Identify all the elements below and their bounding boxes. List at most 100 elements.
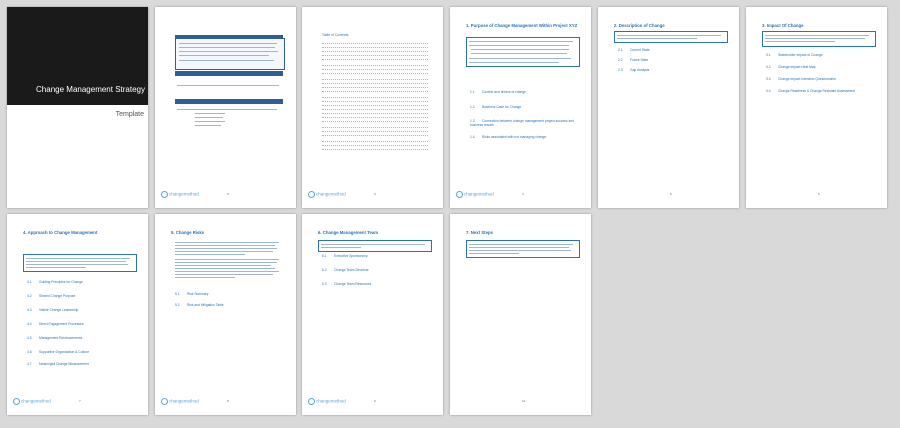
cover-page[interactable]: Change Management Strategy Template bbox=[7, 7, 148, 208]
text-line bbox=[179, 51, 278, 52]
text-line bbox=[469, 253, 519, 254]
brand-logo-icon bbox=[13, 398, 20, 405]
text-line bbox=[469, 247, 569, 248]
subsection-item[interactable]: 3.3 Change Impact Interview Questionnaire bbox=[766, 77, 876, 81]
text-line bbox=[175, 268, 275, 269]
text-line bbox=[175, 245, 275, 246]
text-line bbox=[469, 45, 569, 46]
toc-line bbox=[322, 118, 428, 122]
subsection-item[interactable]: 2.2 Future State bbox=[618, 58, 728, 62]
text-line bbox=[179, 47, 275, 48]
text-line bbox=[175, 265, 271, 266]
text-line bbox=[175, 248, 277, 249]
page-thumbnail-10[interactable]: 7. Next Steps 10 bbox=[450, 214, 591, 415]
subsection-item[interactable]: 3.4 Change Readiness & Change Resistant A… bbox=[766, 89, 876, 93]
subsection-item[interactable]: 1.1 Context and drivers of change bbox=[470, 90, 580, 94]
page-thumbnail-9[interactable]: 6. Change Management Team 6.1 Executive S… bbox=[302, 214, 443, 415]
text-line bbox=[617, 38, 697, 39]
subsection-item[interactable]: 4.2 Shared Change Purpose bbox=[27, 294, 137, 298]
table-header-bar bbox=[175, 71, 283, 76]
text-line bbox=[26, 261, 126, 262]
page-thumbnail-4[interactable]: 1. Purpose of Change Management Within P… bbox=[450, 7, 591, 208]
subsection-item[interactable]: 4.5 Management Reinforcements bbox=[27, 336, 137, 340]
page-number: 9 bbox=[374, 399, 376, 403]
page-number: 5 bbox=[670, 192, 672, 196]
page-thumbnail-7[interactable]: 4. Approach to Change Management 4.1 Guid… bbox=[7, 214, 148, 415]
page-number: 10 bbox=[522, 399, 526, 403]
table-row-line bbox=[177, 109, 277, 110]
footer-brand: changemethod bbox=[161, 398, 199, 405]
page-thumbnail-3[interactable]: Table of Contents changemethod 3 bbox=[302, 7, 443, 208]
page-number: 3 bbox=[374, 192, 376, 196]
text-line bbox=[469, 250, 571, 251]
subsection-item[interactable]: 1.2 Business Case for Change bbox=[470, 105, 580, 109]
toc-line bbox=[322, 132, 428, 136]
table-row-line bbox=[195, 121, 225, 122]
table-row-line bbox=[195, 125, 221, 126]
intro-text-box bbox=[614, 31, 728, 43]
toc-line bbox=[322, 146, 428, 150]
page-number: 4 bbox=[522, 192, 524, 196]
text-line bbox=[469, 58, 571, 59]
section-heading: 2. Description of Change bbox=[614, 23, 665, 28]
toc-title: Table of Contents bbox=[322, 33, 349, 37]
footer-brand: changemethod bbox=[308, 191, 346, 198]
page-thumbnail-6[interactable]: 3. Impact Of Change 3.1 Stakeholder Impac… bbox=[746, 7, 887, 208]
intro-text-box bbox=[23, 254, 137, 272]
text-line bbox=[175, 251, 273, 252]
intro-text-box bbox=[466, 37, 580, 67]
subsection-item[interactable]: 5.1 Risk Summary bbox=[175, 292, 285, 296]
text-line bbox=[469, 244, 573, 245]
section-heading: 4. Approach to Change Management bbox=[23, 230, 98, 235]
subsection-item[interactable]: 4.3 Visible Change Leadership bbox=[27, 308, 137, 312]
subsection-item[interactable]: 6.1 Executive Sponsorship bbox=[322, 254, 432, 258]
text-line bbox=[471, 53, 567, 54]
subsection-item[interactable]: 3.1 Stakeholder Impact of Change bbox=[766, 53, 876, 57]
subsection-item[interactable]: 4.7 Meaningful Change Measurement bbox=[27, 362, 137, 366]
subsection-item[interactable]: 5.2 Risk and Mitigation Table bbox=[175, 303, 285, 307]
page-number: 6 bbox=[818, 192, 820, 196]
text-line bbox=[471, 49, 569, 50]
text-line bbox=[26, 267, 86, 268]
subsection-item[interactable]: 4.6 Supportive Organization & Culture bbox=[27, 350, 137, 354]
text-line bbox=[175, 242, 279, 243]
page-thumbnail-8[interactable]: 5. Change Risks 5.1 Risk Summary 5.2 Risk … bbox=[155, 214, 296, 415]
subsection-item[interactable]: 6.2 Change Team Structure bbox=[322, 268, 432, 272]
subsection-item[interactable]: 1.3 Connection between change management … bbox=[470, 119, 580, 127]
footer-brand: changemethod bbox=[161, 191, 199, 198]
table-row-line bbox=[195, 117, 223, 118]
brand-logo-icon bbox=[456, 191, 463, 198]
subsection-item[interactable]: 3.2 Change Impact Heat Map bbox=[766, 65, 876, 69]
text-line bbox=[321, 244, 425, 245]
text-line bbox=[765, 41, 835, 42]
subsection-item[interactable]: 4.1 Guiding Principles for Change bbox=[27, 280, 137, 284]
brand-logo-icon bbox=[308, 191, 315, 198]
page-thumbnail-2[interactable]: changemethod 2 bbox=[155, 7, 296, 208]
subsection-item[interactable]: 2.1 Current State bbox=[618, 48, 728, 52]
text-line bbox=[175, 274, 273, 275]
text-line bbox=[175, 259, 279, 260]
subsection-item[interactable]: 4.4 Direct Engagement Processes bbox=[27, 322, 137, 326]
intro-text-box bbox=[466, 240, 580, 258]
page-number: 8 bbox=[227, 399, 229, 403]
subsection-item[interactable]: 2.3 Gap Analysis bbox=[618, 68, 728, 72]
text-line bbox=[26, 258, 130, 259]
toc-line bbox=[322, 70, 428, 74]
text-line bbox=[175, 262, 277, 263]
footer-brand: changemethod bbox=[13, 398, 51, 405]
page-number: 7 bbox=[79, 399, 81, 403]
table-row-line bbox=[177, 85, 279, 86]
page-thumbnail-5[interactable]: 2. Description of Change 2.1 Current Stat… bbox=[598, 7, 739, 208]
text-line bbox=[617, 35, 721, 36]
footer-brand: changemethod bbox=[456, 191, 494, 198]
subsection-item[interactable]: 6.3 Change Team Resources bbox=[322, 282, 432, 286]
brand-logo-icon bbox=[308, 398, 315, 405]
section-heading: 1. Purpose of Change Management Within P… bbox=[466, 23, 578, 28]
section-heading: 3. Impact Of Change bbox=[762, 23, 804, 28]
text-line bbox=[469, 41, 573, 42]
subsection-item[interactable]: 1.4 Risks associated with not managing ch… bbox=[470, 135, 580, 139]
text-line bbox=[175, 277, 235, 278]
toc-line bbox=[322, 56, 428, 60]
section-heading: 6. Change Management Team bbox=[318, 230, 379, 235]
section-heading: 5. Change Risks bbox=[171, 230, 205, 235]
